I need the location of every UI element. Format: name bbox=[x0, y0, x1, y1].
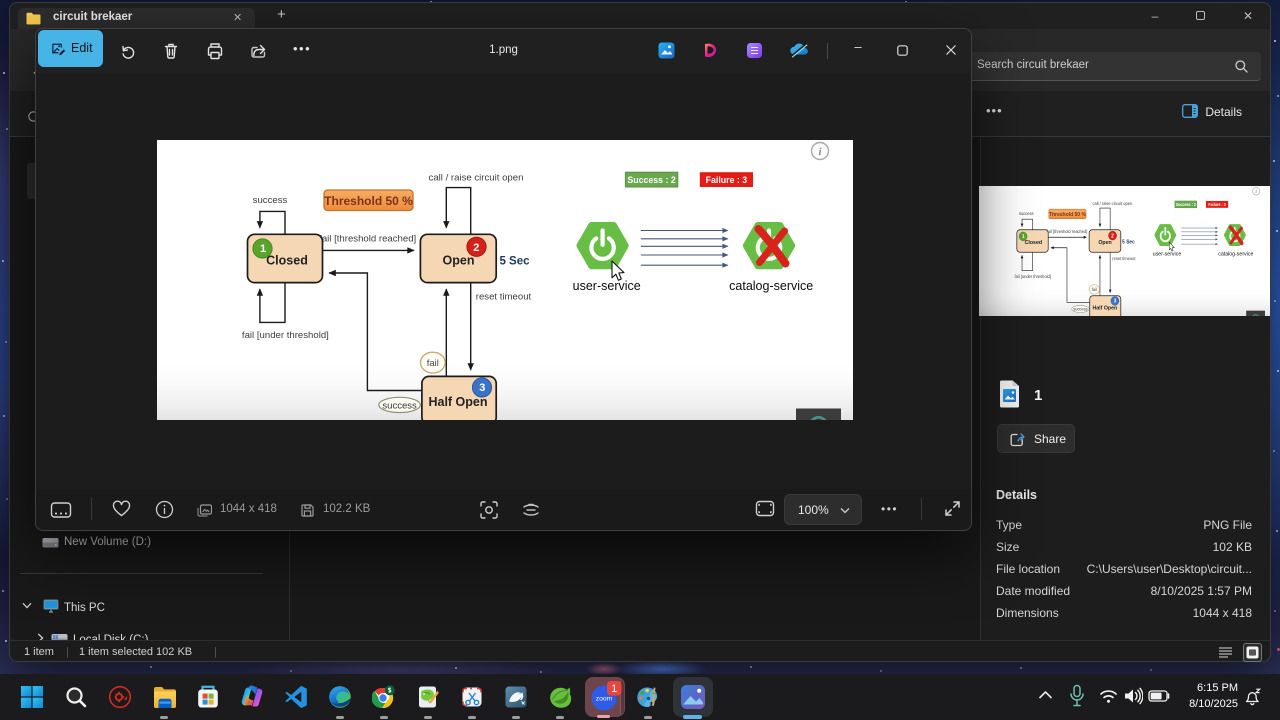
svg-text:zoom: zoom bbox=[596, 696, 613, 703]
svg-text:1: 1 bbox=[611, 683, 617, 695]
